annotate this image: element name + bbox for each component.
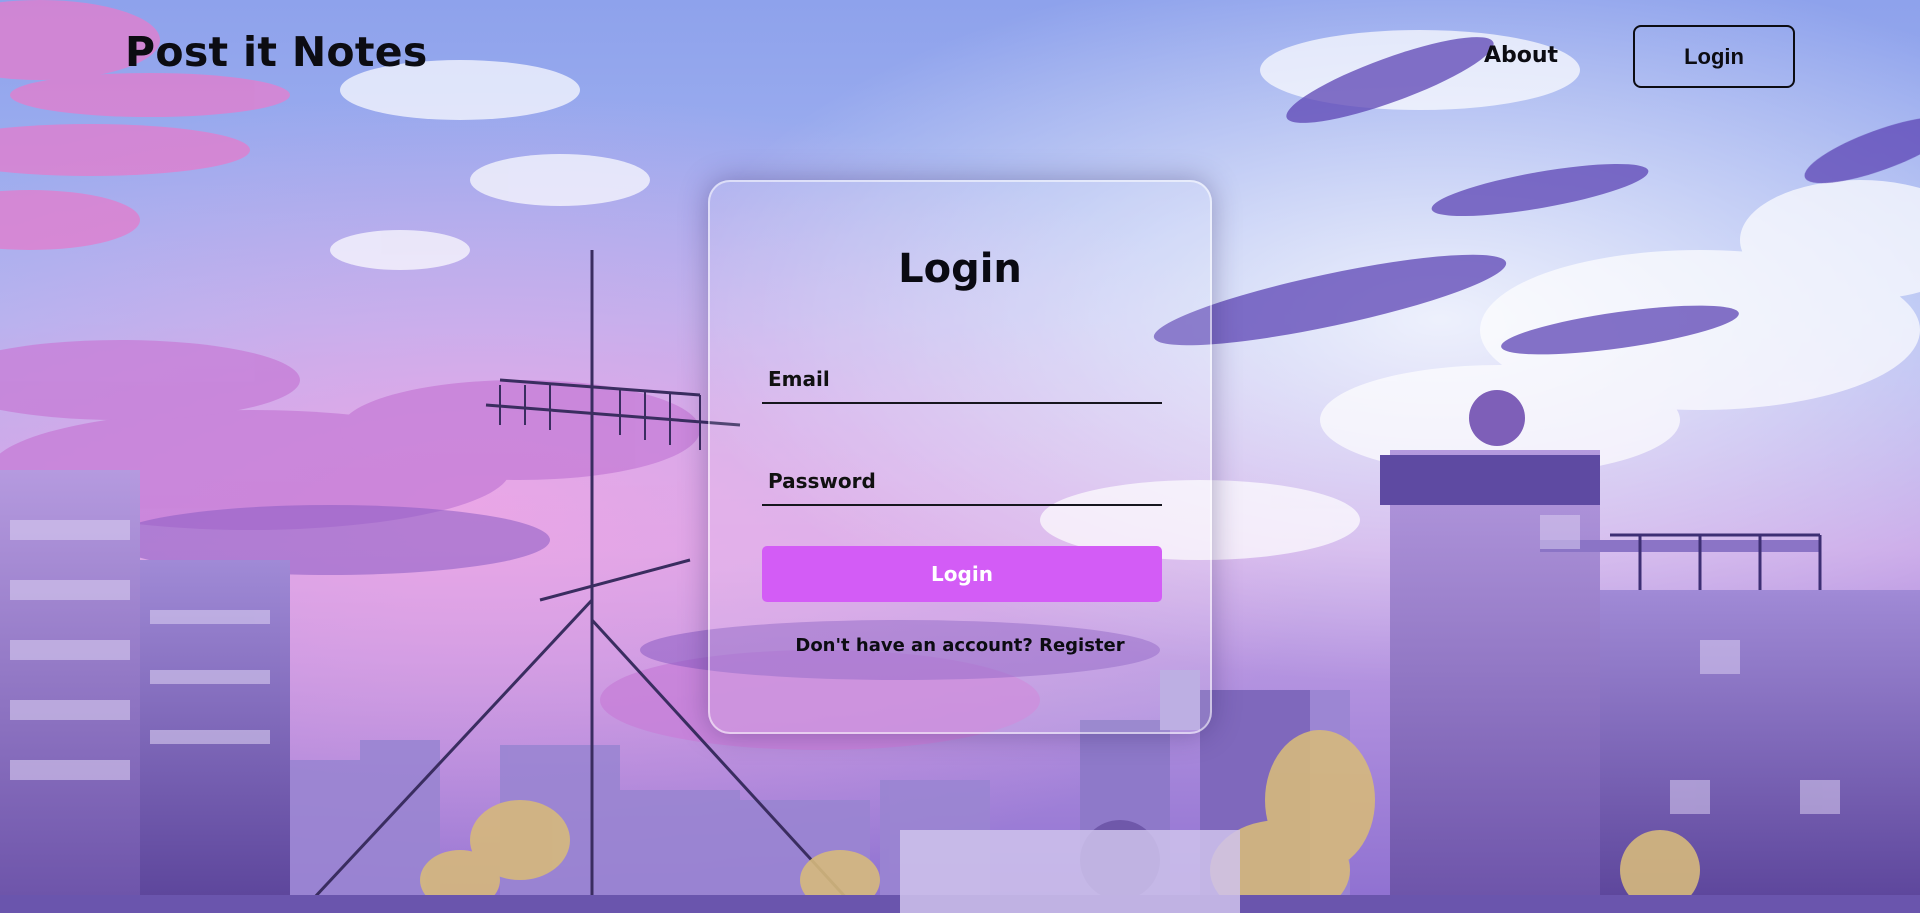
email-field-wrapper [762,356,1162,404]
login-title: Login [898,246,1022,292]
login-card: Login Login Don't have an account? Regis… [708,180,1212,734]
site-logo[interactable]: Post it Notes [125,28,428,76]
password-field-wrapper [762,458,1162,506]
register-prompt: Don't have an account? Register [710,635,1210,656]
password-input[interactable] [762,458,1162,504]
login-submit-button[interactable]: Login [762,546,1162,602]
top-navbar: Post it Notes About Login [0,0,1920,115]
register-link[interactable]: Register [1039,635,1125,656]
register-prompt-text: Don't have an account? [795,635,1033,656]
email-input[interactable] [762,356,1162,402]
nav-about-link[interactable]: About [1484,43,1558,68]
nav-login-button[interactable]: Login [1633,25,1795,88]
